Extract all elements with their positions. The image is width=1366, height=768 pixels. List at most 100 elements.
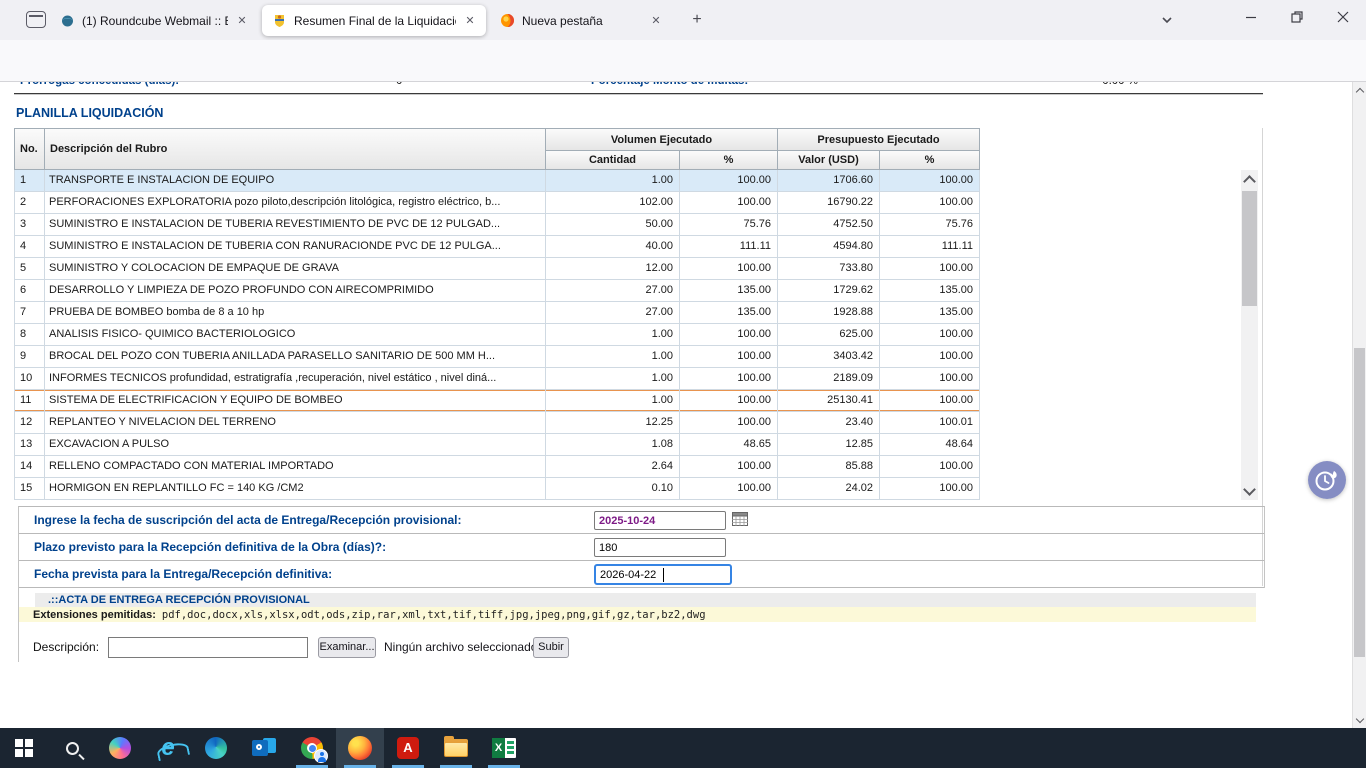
cell-cantidad: 1.00 — [546, 390, 680, 411]
cell-pre-pct: 100.00 — [880, 368, 980, 389]
cell-vol-pct: 111.11 — [680, 236, 778, 257]
examinar-button[interactable]: Examinar... — [318, 637, 376, 658]
table-row[interactable]: 5 SUMINISTRO Y COLOCACION DE EMPAQUE DE … — [15, 258, 980, 280]
cell-valor: 4594.80 — [778, 236, 880, 257]
table-row[interactable]: 3 SUMINISTRO E INSTALACION DE TUBERIA RE… — [15, 214, 980, 236]
tab-close-icon[interactable]: ✕ — [462, 14, 478, 27]
cell-vol-pct: 100.00 — [680, 478, 778, 499]
table-scrollbar-thumb[interactable] — [1242, 191, 1257, 306]
firefox-icon — [348, 736, 372, 760]
cell-pre-pct: 100.00 — [880, 258, 980, 279]
cell-no: 4 — [15, 236, 45, 257]
new-tab-button[interactable]: + — [684, 8, 710, 32]
taskbar-acrobat-button[interactable]: A — [384, 728, 432, 768]
table-row[interactable]: 13 EXCAVACION A PULSO 1.08 48.65 12.85 4… — [15, 434, 980, 456]
cell-valor: 85.88 — [778, 456, 880, 477]
cell-descripcion: EXCAVACION A PULSO — [45, 434, 546, 455]
table-row[interactable]: 14 RELLENO COMPACTADO CON MATERIAL IMPOR… — [15, 456, 980, 478]
firefox-icon — [500, 13, 515, 28]
plazo-input[interactable] — [594, 538, 726, 557]
cell-descripcion: REPLANTEO Y NIVELACION DEL TERRENO — [45, 412, 546, 433]
taskbar-outlook-button[interactable] — [240, 728, 288, 768]
search-icon — [66, 742, 79, 755]
tab-close-icon[interactable]: ✕ — [648, 14, 664, 27]
table-row[interactable]: 8 ANALISIS FISICO- QUIMICO BACTERIOLOGIC… — [15, 324, 980, 346]
page-scroll-up-icon[interactable] — [1353, 82, 1366, 96]
window-close-button[interactable] — [1320, 0, 1366, 34]
taskbar-search-button[interactable] — [48, 728, 96, 768]
taskbar-ie-button[interactable]: e — [144, 728, 192, 768]
multas-value: 0.00 % — [1038, 82, 1138, 87]
cell-valor: 733.80 — [778, 258, 880, 279]
cell-no: 9 — [15, 346, 45, 367]
cell-no: 3 — [15, 214, 45, 235]
start-button[interactable] — [0, 728, 48, 768]
scroll-up-icon[interactable] — [1241, 170, 1258, 187]
cell-cantidad: 1.00 — [546, 170, 680, 191]
table-row[interactable]: 15 HORMIGON EN REPLANTILLO FC = 140 KG /… — [15, 478, 980, 500]
scroll-down-icon[interactable] — [1241, 483, 1258, 500]
list-all-tabs-icon[interactable] — [1154, 8, 1180, 32]
descripcion-input[interactable] — [108, 637, 308, 658]
taskbar-firefox-button[interactable] — [336, 728, 384, 768]
col-header-cantidad: Cantidad — [545, 150, 680, 170]
cell-pre-pct: 111.11 — [880, 236, 980, 257]
cell-cantidad: 27.00 — [546, 280, 680, 301]
page-scrollbar-thumb[interactable] — [1354, 348, 1365, 657]
cell-cantidad: 2.64 — [546, 456, 680, 477]
taskbar-edge-button[interactable] — [192, 728, 240, 768]
calendar-icon[interactable] — [732, 512, 748, 526]
tab-resumen-liquidacion[interactable]: Resumen Final de la Liquidación ✕ — [262, 5, 486, 36]
acta-title: .::ACTA DE ENTREGA RECEPCIÓN PROVISIONAL — [48, 594, 310, 606]
page-scrollbar[interactable] — [1352, 82, 1366, 728]
tab-close-icon[interactable]: ✕ — [234, 14, 250, 27]
clock-widget[interactable] — [1308, 461, 1346, 499]
table-row[interactable]: 9 BROCAL DEL POZO CON TUBERIA ANILLADA P… — [15, 346, 980, 368]
cell-pre-pct: 135.00 — [880, 280, 980, 301]
table-row[interactable]: 4 SUMINISTRO E INSTALACION DE TUBERIA CO… — [15, 236, 980, 258]
taskbar-explorer-button[interactable] — [432, 728, 480, 768]
cell-pre-pct: 100.00 — [880, 478, 980, 499]
cell-pre-pct: 100.00 — [880, 170, 980, 191]
internet-explorer-icon: e — [161, 737, 174, 759]
extensions-label: Extensiones pemitidas: — [33, 609, 156, 621]
no-file-text: Ningún archivo seleccionado. — [384, 640, 541, 654]
cell-vol-pct: 100.00 — [680, 258, 778, 279]
table-row[interactable]: 11 SISTEMA DE ELECTRIFICACION Y EQUIPO D… — [15, 390, 980, 412]
taskbar-chrome-button[interactable] — [288, 728, 336, 768]
taskbar-excel-button[interactable]: X — [480, 728, 528, 768]
cell-pre-pct: 135.00 — [880, 302, 980, 323]
table-row[interactable]: 10 INFORMES TECNICOS profundidad, estrat… — [15, 368, 980, 390]
cell-no: 7 — [15, 302, 45, 323]
table-scrollbar[interactable] — [1241, 170, 1258, 500]
subir-button[interactable]: Subir — [533, 637, 569, 658]
cell-valor: 3403.42 — [778, 346, 880, 367]
browser-tab-bar: (1) Roundcube Webmail :: Entra ✕ Resumen… — [0, 0, 1366, 40]
table-row[interactable]: 1 TRANSPORTE E INSTALACION DE EQUIPO 1.0… — [15, 170, 980, 192]
ecuador-crest-icon — [272, 13, 287, 28]
cell-vol-pct: 100.00 — [680, 324, 778, 345]
file-explorer-icon — [444, 739, 468, 757]
firefox-view-icon[interactable] — [26, 11, 46, 28]
acta-fecha-input[interactable] — [594, 511, 726, 530]
tab-roundcube-webmail[interactable]: (1) Roundcube Webmail :: Entra ✕ — [50, 5, 258, 36]
cell-descripcion: INFORMES TECNICOS profundidad, estratigr… — [45, 368, 546, 389]
page-title: PLANILLA LIQUIDACIÓN — [16, 106, 163, 120]
cell-descripcion: BROCAL DEL POZO CON TUBERIA ANILLADA PAR… — [45, 346, 546, 367]
window-minimize-button[interactable] — [1228, 0, 1274, 34]
cell-vol-pct: 75.76 — [680, 214, 778, 235]
table-row[interactable]: 12 REPLANTEO Y NIVELACION DEL TERRENO 12… — [15, 412, 980, 434]
cell-no: 14 — [15, 456, 45, 477]
table-row[interactable]: 2 PERFORACIONES EXPLORATORIA pozo piloto… — [15, 192, 980, 214]
cell-vol-pct: 100.00 — [680, 390, 778, 411]
page-scroll-down-icon[interactable] — [1353, 714, 1366, 728]
group-header-volumen: Volumen Ejecutado — [545, 128, 778, 151]
tab-nueva-pestana[interactable]: Nueva pestaña ✕ — [490, 5, 672, 36]
cell-cantidad: 27.00 — [546, 302, 680, 323]
window-restore-button[interactable] — [1274, 0, 1320, 34]
summary-row: Prorrogas concedidas (días): 0 Porcentaj… — [0, 82, 1366, 92]
table-row[interactable]: 6 DESARROLLO Y LIMPIEZA DE POZO PROFUNDO… — [15, 280, 980, 302]
table-row[interactable]: 7 PRUEBA DE BOMBEO bomba de 8 a 10 hp 27… — [15, 302, 980, 324]
cell-vol-pct: 100.00 — [680, 456, 778, 477]
taskbar-copilot-button[interactable] — [96, 728, 144, 768]
